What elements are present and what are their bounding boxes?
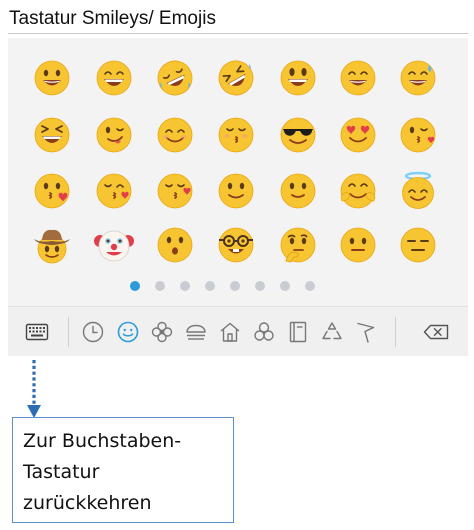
smiling-face-plain-icon — [280, 173, 316, 209]
laughing-face-icon — [218, 60, 254, 96]
squinting-face-tongue-icon — [34, 117, 70, 153]
callout-line: zurückkehren — [23, 492, 152, 514]
page-dot[interactable] — [230, 281, 240, 291]
page-dot[interactable] — [130, 281, 140, 291]
emoji-winking-face[interactable] — [94, 115, 134, 155]
buildings-icon[interactable] — [217, 319, 243, 345]
page-title: Tastatur Smileys/ Emojis — [9, 8, 216, 29]
emoji-grinning-face[interactable] — [32, 58, 72, 98]
page-dot[interactable] — [205, 281, 215, 291]
smiling-face-sunglasses-icon — [280, 117, 316, 153]
food-drink-icon[interactable] — [183, 319, 209, 345]
page-dot[interactable] — [305, 281, 315, 291]
smiling-face-heart-eyes-icon — [340, 117, 376, 153]
emoji-smiling-face-heart-eyes[interactable] — [338, 115, 378, 155]
emoji-smiling-face-halo[interactable] — [398, 171, 438, 211]
hushed-face-icon — [157, 227, 193, 263]
emoji-thinking-face[interactable] — [278, 225, 318, 265]
emoji-neutral-face[interactable] — [338, 225, 378, 265]
page-dot[interactable] — [155, 281, 165, 291]
category-toolbar — [8, 306, 468, 356]
smiling-face-icon — [157, 117, 193, 153]
kissing-face-icon — [400, 117, 436, 153]
emoji-kissing-closed-eyes[interactable] — [216, 115, 256, 155]
emoji-smiling-face-plain[interactable] — [278, 171, 318, 211]
emoji-rolling-on-floor-laughing[interactable] — [155, 58, 195, 98]
cowboy-face-icon — [34, 229, 70, 264]
neutral-face-icon — [340, 227, 376, 263]
animals-nature-icon[interactable] — [149, 319, 175, 345]
emoji-smiling-face[interactable] — [155, 115, 195, 155]
page-dot[interactable] — [280, 281, 290, 291]
kissing-face-heart-icon — [34, 173, 70, 209]
emoji-squinting-face-tongue[interactable] — [32, 115, 72, 155]
emoji-grid — [8, 38, 468, 278]
activities-icon[interactable] — [251, 319, 277, 345]
smiley-category-icon[interactable] — [115, 319, 141, 345]
thinking-face-icon — [280, 227, 316, 263]
toolbar-divider — [395, 317, 396, 347]
hugging-face-icon — [340, 173, 376, 209]
winking-face-icon — [96, 117, 132, 153]
emoji-kissing-face-heart[interactable] — [32, 171, 72, 211]
emoji-grinning-squinting-face[interactable] — [338, 58, 378, 98]
kissing-closed-eyes-icon — [218, 117, 254, 153]
title-divider — [8, 33, 468, 34]
callout-line: Tastatur — [23, 461, 100, 483]
emoji-keyboard — [8, 38, 468, 356]
grinning-face-sweat-icon — [400, 60, 436, 96]
emoji-slightly-smiling-face[interactable] — [216, 171, 256, 211]
keyboard-icon[interactable] — [24, 319, 50, 345]
nerd-face-icon — [218, 227, 254, 263]
emoji-hushed-face[interactable] — [155, 225, 195, 265]
page-indicator — [8, 281, 468, 291]
emoji-beaming-face[interactable] — [94, 58, 134, 98]
expressionless-face-icon — [400, 227, 436, 263]
emoji-cowboy-face[interactable] — [32, 225, 72, 265]
callout-line: Zur Buchstaben- — [23, 430, 182, 452]
emoji-kissing-face-closed-eyes[interactable] — [155, 171, 195, 211]
emoji-clown-face[interactable] — [94, 225, 134, 265]
kissing-face-closed-eyes-icon — [157, 173, 193, 209]
emoji-laughing-face[interactable] — [216, 58, 256, 98]
callout-arrow — [27, 360, 41, 418]
emoji-smiling-face-sunglasses[interactable] — [278, 115, 318, 155]
recent-icon[interactable] — [80, 319, 106, 345]
smiling-face-halo-icon — [402, 171, 434, 209]
emoji-kissing-face[interactable] — [398, 115, 438, 155]
emoji-grinning-face-big-eyes[interactable] — [278, 58, 318, 98]
grinning-face-icon — [34, 60, 70, 96]
emoji-nerd-face[interactable] — [216, 225, 256, 265]
callout-note: Zur Buchstaben- Tastatur zurückkehren — [12, 417, 234, 523]
symbols-icon[interactable] — [319, 319, 345, 345]
emoji-face-blowing-kiss[interactable] — [94, 171, 134, 211]
clown-face-icon — [94, 230, 134, 262]
emoji-grinning-face-sweat[interactable] — [398, 58, 438, 98]
toolbar-divider — [68, 317, 69, 347]
objects-icon[interactable] — [285, 319, 311, 345]
face-blowing-kiss-icon — [96, 173, 132, 209]
grinning-squinting-face-icon — [340, 60, 376, 96]
backspace-icon[interactable] — [421, 319, 451, 345]
grinning-face-big-eyes-icon — [280, 60, 316, 96]
flags-icon[interactable] — [353, 319, 379, 345]
slightly-smiling-face-icon — [218, 173, 254, 209]
emoji-hugging-face[interactable] — [338, 171, 378, 211]
page-dot[interactable] — [180, 281, 190, 291]
page-dot[interactable] — [255, 281, 265, 291]
emoji-expressionless-face[interactable] — [398, 225, 438, 265]
beaming-face-icon — [96, 60, 132, 96]
rolling-on-floor-laughing-icon — [157, 60, 193, 96]
